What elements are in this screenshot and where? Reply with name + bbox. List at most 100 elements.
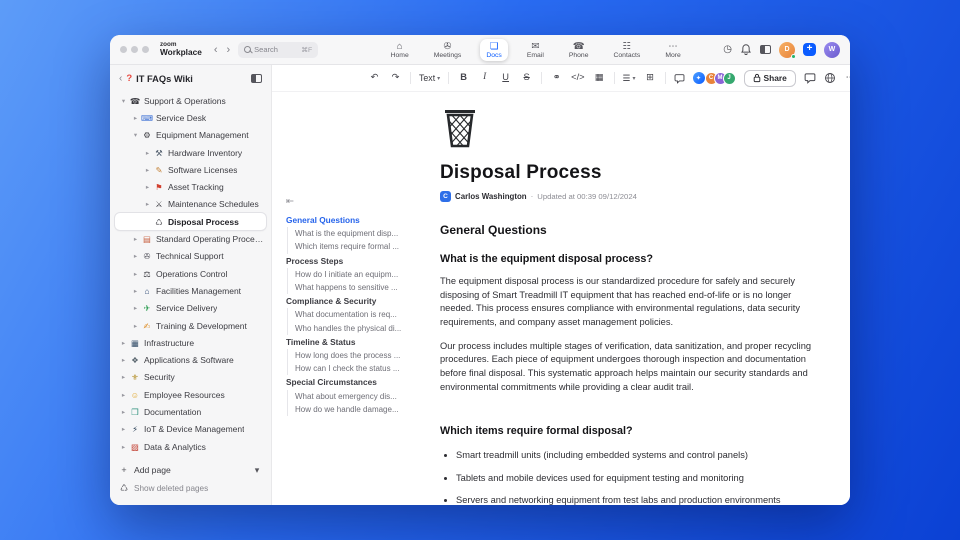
undo-button[interactable]: ↶ xyxy=(368,73,381,83)
more-options-button[interactable]: ⋯ xyxy=(844,73,850,83)
toc-item[interactable]: What is the equipment disp... xyxy=(295,227,426,240)
strikethrough-button[interactable]: S xyxy=(520,73,533,83)
toc-section-process-steps[interactable]: Process Steps xyxy=(286,255,426,268)
comment-button[interactable] xyxy=(674,73,685,84)
chevron-right-icon[interactable]: ▸ xyxy=(130,235,141,243)
show-deleted-pages-button[interactable]: ♺ Show deleted pages xyxy=(119,479,262,497)
toc-item[interactable]: How do we handle damage... xyxy=(295,403,426,416)
add-button[interactable]: + xyxy=(802,43,816,56)
redo-button[interactable]: ↷ xyxy=(389,73,402,83)
toc-item[interactable]: Which items require formal ... xyxy=(295,240,426,253)
underline-button[interactable]: U xyxy=(499,73,512,83)
tab-email[interactable]: ✉ Email xyxy=(521,39,550,61)
toc-item[interactable]: What happens to sensitive ... xyxy=(295,281,426,294)
chevron-right-icon[interactable]: ▸ xyxy=(118,443,129,451)
window-control-zoom[interactable] xyxy=(142,46,149,53)
chevron-down-icon[interactable]: ▾ xyxy=(252,465,262,476)
chevron-right-icon[interactable]: ▸ xyxy=(130,270,141,278)
sidebar-item-employee-resources[interactable]: ▸ ☺ Employee Resources xyxy=(115,386,266,403)
tab-home[interactable]: ⌂ Home xyxy=(385,39,415,61)
chevron-down-icon[interactable]: ▾ xyxy=(130,131,141,139)
sidebar-item-equipment-management[interactable]: ▾ ⚙ Equipment Management xyxy=(115,127,266,144)
chevron-right-icon[interactable]: ▸ xyxy=(142,200,153,208)
text-style-dropdown[interactable]: Text ▾ xyxy=(419,73,440,83)
sidebar-item-service-delivery[interactable]: ▸ ✈ Service Delivery xyxy=(115,300,266,317)
tab-phone[interactable]: ☎ Phone xyxy=(563,39,595,61)
sidebar-item-disposal-process[interactable]: ♺ Disposal Process xyxy=(115,213,266,231)
toc-item[interactable]: What about emergency dis... xyxy=(295,390,426,403)
toc-item[interactable]: How do I initiate an equipm... xyxy=(295,268,426,281)
bold-button[interactable]: B xyxy=(457,73,470,83)
ai-companion-button[interactable]: ✦ xyxy=(692,72,705,84)
sidebar-item-maintenance-schedules[interactable]: ▸ ⚔ Maintenance Schedules xyxy=(115,196,266,213)
sidebar-item-infrastructure[interactable]: ▸ ▦ Infrastructure xyxy=(115,334,266,351)
chevron-right-icon[interactable]: ▸ xyxy=(130,114,141,122)
sidebar-toggle-icon[interactable] xyxy=(251,74,262,83)
avatar[interactable]: D xyxy=(778,41,796,59)
tab-docs[interactable]: ❏ Docs xyxy=(480,38,508,61)
italic-button[interactable]: I xyxy=(478,73,491,83)
chevron-right-icon[interactable]: ▸ xyxy=(118,373,129,381)
sidebar-item-iot-device-management[interactable]: ▸ ⚡ IoT & Device Management xyxy=(115,421,266,438)
window-control-close[interactable] xyxy=(120,46,127,53)
chevron-right-icon[interactable]: ▸ xyxy=(118,391,129,399)
sidebar-item-documentation[interactable]: ▸ ❒ Documentation xyxy=(115,403,266,420)
share-button[interactable]: Share xyxy=(743,69,796,87)
insert-button[interactable]: ⊞ xyxy=(644,73,657,83)
chevron-right-icon[interactable]: ▸ xyxy=(142,166,153,174)
profile-avatar[interactable]: W xyxy=(823,41,840,58)
add-page-button[interactable]: + Add page ▾ xyxy=(119,461,262,479)
side-panel-icon[interactable] xyxy=(759,45,771,54)
link-button[interactable]: ⚭ xyxy=(550,73,563,83)
toc-item[interactable]: What documentation is req... xyxy=(295,308,426,321)
sidebar-item-asset-tracking[interactable]: ▸ ⚑ Asset Tracking xyxy=(115,178,266,195)
chevron-right-icon[interactable]: ▸ xyxy=(142,183,153,191)
window-control-minimize[interactable] xyxy=(131,46,138,53)
sidebar-item-hardware-inventory[interactable]: ▸ ⚒ Hardware Inventory xyxy=(115,144,266,161)
sidebar-item-training-development[interactable]: ▸ ✍ Training & Development xyxy=(115,317,266,334)
toc-section-timeline-status[interactable]: Timeline & Status xyxy=(286,336,426,349)
toc-item[interactable]: Who handles the physical di... xyxy=(295,322,426,335)
sidebar-item-security[interactable]: ▸ ⚜ Security xyxy=(115,369,266,386)
toc-collapse-icon[interactable]: ⇤ xyxy=(286,196,426,207)
sidebar-item-technical-support[interactable]: ▸ ✇ Technical Support xyxy=(115,248,266,265)
table-button[interactable]: ▦ xyxy=(593,73,606,83)
collaborator-avatars[interactable]: C M J xyxy=(704,71,736,85)
toc-section-special-circumstances[interactable]: Special Circumstances xyxy=(286,376,426,389)
code-button[interactable]: </> xyxy=(571,73,584,83)
sidebar-item-software-licenses[interactable]: ▸ ✎ Software Licenses xyxy=(115,161,266,178)
bell-icon[interactable] xyxy=(740,43,752,56)
sidebar-item-support-operations[interactable]: ▾ ☎ Support & Operations xyxy=(115,92,266,109)
sidebar-item-facilities-management[interactable]: ▸ ⌂ Facilities Management xyxy=(115,282,266,299)
tab-more[interactable]: ⋯ More xyxy=(659,39,687,61)
history-icon[interactable]: ◷ xyxy=(723,44,732,55)
chevron-right-icon[interactable]: ▸ xyxy=(130,322,141,330)
chevron-right-icon[interactable]: ▸ xyxy=(118,339,129,347)
chevron-down-icon[interactable]: ▾ xyxy=(118,97,129,105)
forward-button[interactable]: › xyxy=(225,44,231,56)
tab-contacts[interactable]: ☷ Contacts xyxy=(607,39,646,61)
list-button[interactable]: ☰ ▾ xyxy=(623,73,636,84)
chevron-right-icon[interactable]: ▸ xyxy=(130,304,141,312)
sidebar-item-applications-software[interactable]: ▸ ❖ Applications & Software xyxy=(115,351,266,368)
sidebar-item-data-analytics[interactable]: ▸ ▨ Data & Analytics xyxy=(115,438,266,455)
toc-section-compliance-security[interactable]: Compliance & Security xyxy=(286,295,426,308)
back-button[interactable]: ‹ xyxy=(213,44,219,56)
chevron-right-icon[interactable]: ▸ xyxy=(130,287,141,295)
toc-item[interactable]: How can I check the status ... xyxy=(295,362,426,375)
chevron-right-icon[interactable]: ▸ xyxy=(118,408,129,416)
search-input[interactable]: Search ⌘F xyxy=(238,41,319,58)
sidebar-item-service-desk[interactable]: ▸ ⌨ Service Desk xyxy=(115,109,266,126)
chevron-right-icon[interactable]: ▸ xyxy=(118,356,129,364)
chevron-right-icon[interactable]: ▸ xyxy=(142,149,153,157)
chevron-right-icon[interactable]: ▸ xyxy=(130,252,141,260)
sidebar-item-standard-operating-procedures[interactable]: ▸ ▤ Standard Operating Procedures xyxy=(115,230,266,247)
sidebar-item-operations-control[interactable]: ▸ ⚖ Operations Control xyxy=(115,265,266,282)
comments-panel-icon[interactable] xyxy=(804,72,816,84)
toc-section-general-questions[interactable]: General Questions xyxy=(286,214,426,227)
chevron-right-icon[interactable]: ▸ xyxy=(118,425,129,433)
publish-globe-icon[interactable] xyxy=(824,72,836,84)
toc-item[interactable]: How long does the process ... xyxy=(295,349,426,362)
tab-meetings[interactable]: ✇ Meetings xyxy=(428,39,468,61)
wiki-back-button[interactable]: ‹ xyxy=(119,73,122,84)
